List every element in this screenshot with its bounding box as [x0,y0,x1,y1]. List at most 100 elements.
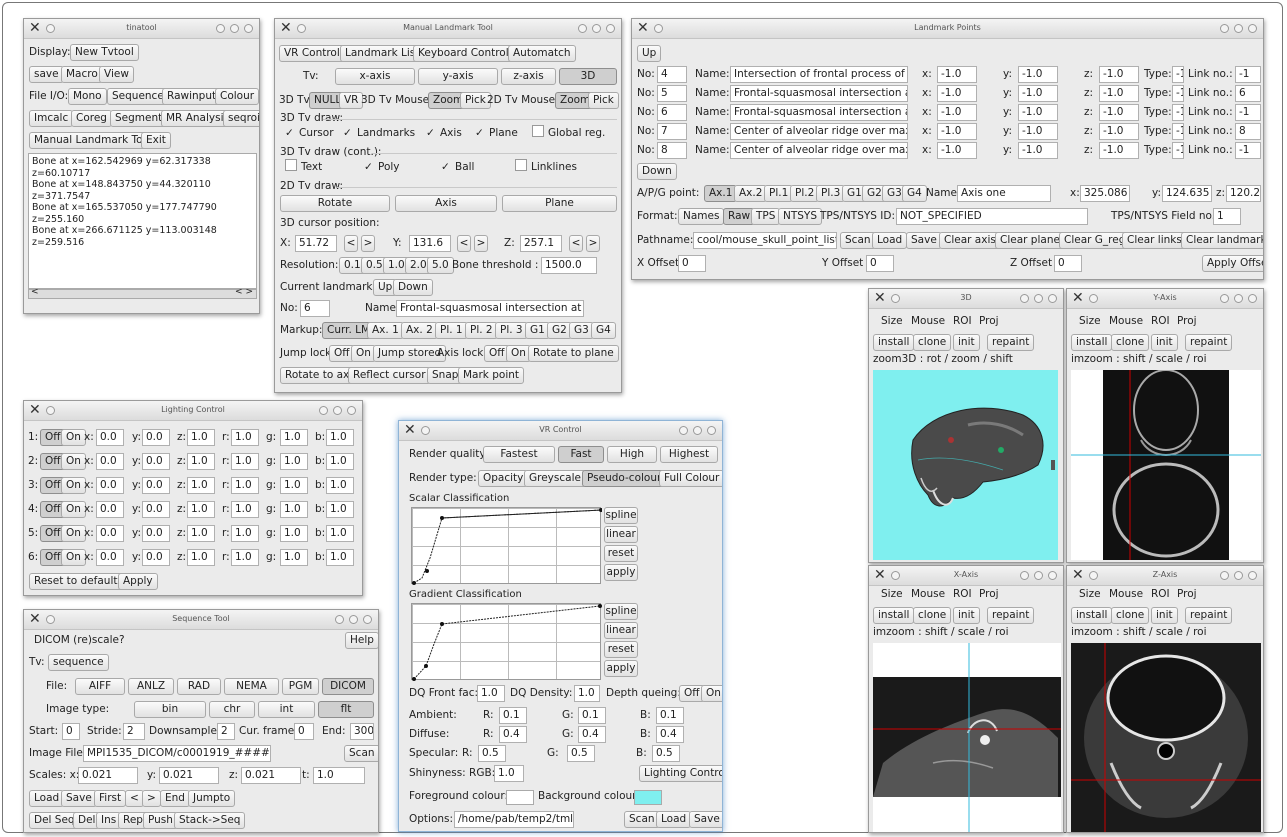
segment-button[interactable]: Segment [110,110,168,127]
res-5-0-button[interactable]: 5.0 [427,257,454,274]
row-no-field[interactable]: 6 [657,104,687,121]
sequence-button[interactable]: Sequence [107,88,169,105]
title-bar[interactable]: ✕ Manual Landmark Tool [275,19,621,39]
row-name-field[interactable]: Frontal-squasmosal intersection at terr [730,85,908,102]
light-y-field[interactable]: 0.0 [142,453,170,470]
light-on-button[interactable]: On [61,525,86,542]
dq-front-field[interactable]: 1.0 [477,685,505,702]
foreground-colour-swatch[interactable] [506,790,534,805]
repaint-button[interactable]: repaint [1185,607,1233,624]
scroll-left-icon[interactable]: < [31,287,39,297]
row-link-field[interactable]: -1 [1235,142,1261,159]
diffuse-b-field[interactable]: 0.4 [656,726,684,743]
maximize-icon[interactable] [230,24,239,33]
apg-y-field[interactable]: 124.635 [1162,185,1212,202]
specular-b-field[interactable]: 0.5 [652,745,680,762]
downsample-field[interactable]: 2 [217,723,235,740]
text-checkbox[interactable]: Text [285,159,322,176]
y-increment-button[interactable]: > [474,235,488,252]
gradient-apply-button[interactable]: apply [604,660,638,677]
linklines-checkbox[interactable]: Linklines [515,159,577,176]
row-link-field[interactable]: 8 [1235,123,1261,140]
render-3d-canvas[interactable] [873,370,1058,560]
landmark-no-field[interactable]: 6 [300,300,330,317]
quality-high-button[interactable]: High [607,446,657,463]
cursor-y-field[interactable]: 131.6 [409,235,451,252]
options-scan-button[interactable]: Scan [624,811,660,828]
depth-on-button[interactable]: On [701,685,722,702]
tv-z-axis-button[interactable]: z-axis [501,68,556,85]
diffuse-g-field[interactable]: 0.4 [578,726,606,743]
shade-icon[interactable] [1020,571,1029,580]
light-g-field[interactable]: 1.0 [280,477,308,494]
save-button[interactable]: Save [906,232,942,249]
gradient-linear-button[interactable]: linear [604,622,638,639]
light-x-field[interactable]: 0.0 [96,501,124,518]
ball-checkbox[interactable]: ✓ Ball [441,159,474,176]
light-on-button[interactable]: On [61,501,86,518]
maximize-icon[interactable] [592,24,601,33]
row-z-field[interactable]: -1.0 [1099,123,1139,140]
init-button[interactable]: init [953,607,980,624]
scalar-apply-button[interactable]: apply [604,564,638,581]
landmarks-checkbox[interactable]: ✓ Landmarks [343,125,415,142]
scalar-spline-button[interactable]: spline [604,507,638,524]
light-x-field[interactable]: 0.0 [96,549,124,566]
stack-to-seq-button[interactable]: Stack->Seq [174,812,246,829]
del-seq-button[interactable]: Del Seq [29,812,80,829]
apg-ax2-button[interactable]: Ax.2 [734,185,768,202]
row-y-field[interactable]: -1.0 [1018,66,1058,83]
title-bar[interactable]: ✕ 3D [869,289,1063,309]
z-increment-button[interactable]: > [586,235,600,252]
light-on-button[interactable]: On [61,549,86,566]
row-type-field[interactable]: -1 [1172,123,1184,140]
save-button[interactable]: save [29,66,64,83]
diffuse-r-field[interactable]: 0.4 [499,726,527,743]
shade-icon[interactable] [1020,294,1029,303]
row-y-field[interactable]: -1.0 [1018,142,1058,159]
light-z-field[interactable]: 1.0 [187,477,215,494]
light-y-field[interactable]: 0.0 [142,429,170,446]
light-y-field[interactable]: 0.0 [142,525,170,542]
maximize-icon[interactable] [1034,294,1043,303]
y-decrement-button[interactable]: < [457,235,471,252]
options-save-button[interactable]: Save [689,811,722,828]
maximize-icon[interactable] [1234,294,1243,303]
light-on-button[interactable]: On [61,453,86,470]
row-x-field[interactable]: -1.0 [937,85,977,102]
light-b-field[interactable]: 1.0 [326,501,354,518]
vr-control-button[interactable]: VR Control [279,45,345,62]
specular-r-field[interactable]: 0.5 [478,745,506,762]
scan-button[interactable]: Scan [840,232,876,249]
horizontal-scrollbar[interactable]: < < > [28,287,257,299]
scan-button[interactable]: Scan [344,745,378,762]
maximize-icon[interactable] [349,615,358,624]
menu-mouse[interactable]: Mouse [911,588,945,600]
row-type-field[interactable]: -1 [1172,66,1184,83]
light-r-field[interactable]: 1.0 [231,549,259,566]
row-x-field[interactable]: -1.0 [937,104,977,121]
menu-proj[interactable]: Proj [1177,315,1197,327]
light-y-field[interactable]: 0.0 [142,477,170,494]
landmark-list-button[interactable]: Landmark List [340,45,425,62]
menu-mouse[interactable]: Mouse [911,315,945,327]
jumpto-button[interactable]: Jumpto [188,790,236,807]
row-link-field[interactable]: -1 [1235,66,1261,83]
light-r-field[interactable]: 1.0 [231,429,259,446]
quality-highest-button[interactable]: Highest [660,446,718,463]
x-decrement-button[interactable]: < [344,235,358,252]
repaint-button[interactable]: repaint [987,334,1035,351]
menu-mouse[interactable]: Mouse [1109,315,1143,327]
menu-proj[interactable]: Proj [979,315,999,327]
close-icon[interactable] [347,406,356,415]
mono-button[interactable]: Mono [68,88,107,105]
scalar-linear-button[interactable]: linear [604,526,638,543]
view-button[interactable]: View [99,66,134,83]
light-z-field[interactable]: 1.0 [187,429,215,446]
maximize-icon[interactable] [693,426,702,435]
apg-name-field[interactable]: Axis one [957,185,1051,202]
jump-stored-button[interactable]: Jump stored [373,345,447,362]
light-g-field[interactable]: 1.0 [280,429,308,446]
install-button[interactable]: install [873,607,915,624]
clear-landmarks-button[interactable]: Clear landmarks [1181,232,1263,249]
